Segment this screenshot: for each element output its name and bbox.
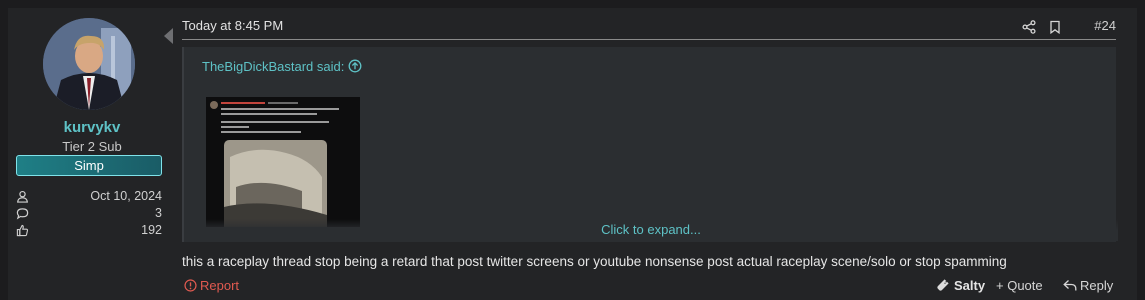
avatar-image (43, 18, 135, 110)
avatar[interactable] (43, 18, 135, 110)
message-header: Today at 8:45 PM #24 (182, 18, 1116, 40)
click-to-expand[interactable]: Click to expand... (184, 219, 1118, 241)
quote-block: TheBigDickBastard said: Click to expand.… (182, 47, 1118, 242)
report-button[interactable]: Report (184, 278, 239, 293)
user-info-column: kurvykv Tier 2 Sub Simp Oct 10, 2024 3 1… (8, 8, 176, 300)
quote-author-said[interactable]: TheBigDickBastard said: (202, 59, 344, 74)
stat-joined: Oct 10, 2024 (16, 189, 162, 205)
share-icon[interactable] (1022, 20, 1036, 34)
stat-reactions: 192 (16, 223, 162, 239)
username[interactable]: kurvykv (8, 119, 176, 136)
stat-joined-value: Oct 10, 2024 (90, 189, 162, 203)
report-label: Report (200, 278, 240, 293)
stat-messages: 3 (16, 206, 162, 222)
tweet-screenshot-image (206, 97, 360, 227)
reaction-button[interactable]: Salty (936, 278, 985, 293)
post-number[interactable]: #24 (1094, 18, 1116, 33)
reply-button[interactable]: Reply (1063, 278, 1113, 293)
thumbs-up-icon (16, 224, 29, 237)
message-post: kurvykv Tier 2 Sub Simp Oct 10, 2024 3 1… (8, 8, 1137, 300)
user-icon (17, 190, 28, 203)
post-footer: Report Salty + Quote Reply (182, 278, 1116, 296)
stat-messages-value: 3 (155, 206, 162, 220)
report-icon (184, 279, 197, 292)
post-body: this a raceplay thread stop being a reta… (182, 254, 1007, 269)
salt-shaker-icon (937, 279, 949, 291)
message-arrow (164, 28, 173, 44)
header-actions: #24 (986, 18, 1116, 36)
reply-arrow-icon (1063, 280, 1077, 291)
reaction-label: Salty (954, 278, 986, 293)
quoted-tweet-screenshot[interactable] (206, 97, 360, 227)
bookmark-icon[interactable] (1048, 20, 1062, 34)
quote-button[interactable]: + Quote (996, 278, 1043, 293)
post-timestamp[interactable]: Today at 8:45 PM (182, 18, 283, 33)
stat-reactions-value: 192 (141, 223, 162, 237)
user-banner: Simp (16, 155, 162, 176)
user-title: Tier 2 Sub (62, 139, 122, 154)
quote-attribution[interactable]: TheBigDickBastard said: (202, 59, 362, 74)
reply-label: Reply (1080, 278, 1114, 293)
arrow-up-circle-icon[interactable] (348, 59, 362, 73)
message-content: Today at 8:45 PM #24 TheBigDickBastard s… (182, 8, 1118, 300)
comment-icon (16, 208, 29, 220)
